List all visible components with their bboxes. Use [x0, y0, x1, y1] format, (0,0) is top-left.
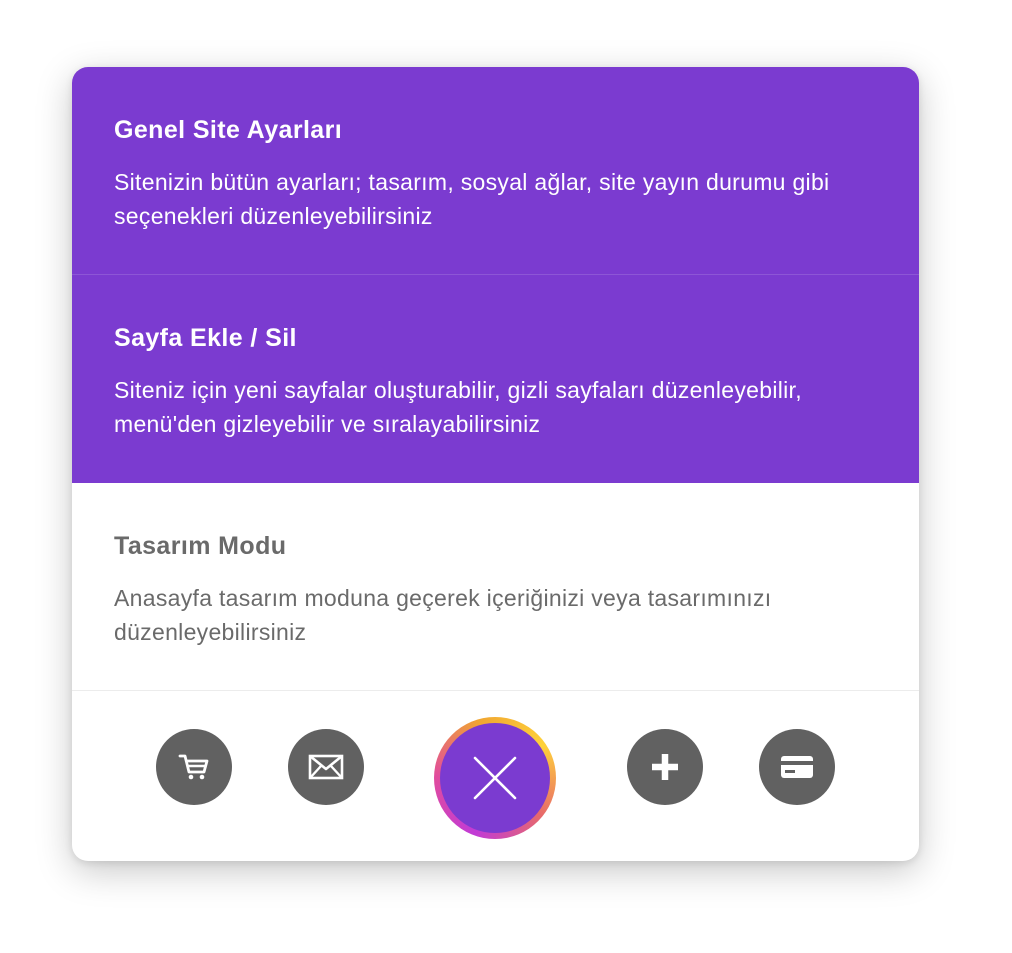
- menu-item-description: Siteniz için yeni sayfalar oluşturabilir…: [114, 377, 802, 437]
- menu-item-add-remove-page[interactable]: Sayfa Ekle / Sil Siteniz için yeni sayfa…: [72, 274, 919, 483]
- credit-card-icon: [781, 756, 813, 778]
- payment-button[interactable]: [759, 729, 835, 805]
- quick-menu-panel: Genel Site Ayarları Sitenizin bütün ayar…: [72, 67, 919, 861]
- close-button-inner: [440, 723, 550, 833]
- plus-icon: [652, 754, 678, 780]
- menu-item-description: Anasayfa tasarım moduna geçerek içeriğin…: [114, 585, 772, 645]
- menu-item-title: Sayfa Ekle / Sil: [114, 324, 297, 352]
- close-menu-button[interactable]: [434, 717, 556, 839]
- menu-item-title: Genel Site Ayarları: [114, 116, 343, 144]
- mail-button[interactable]: [288, 729, 364, 805]
- add-button[interactable]: [627, 729, 703, 805]
- cart-icon: [178, 754, 209, 780]
- close-icon: [473, 756, 517, 800]
- menu-item-design-mode[interactable]: Tasarım Modu Anasayfa tasarım moduna geç…: [72, 483, 919, 691]
- cart-button[interactable]: [156, 729, 232, 805]
- action-toolbar: [72, 691, 919, 861]
- menu-item-title: Tasarım Modu: [114, 532, 287, 560]
- envelope-icon: [308, 754, 344, 780]
- menu-item-description: Sitenizin bütün ayarları; tasarım, sosya…: [114, 169, 830, 229]
- menu-item-general-site-settings[interactable]: Genel Site Ayarları Sitenizin bütün ayar…: [72, 67, 919, 274]
